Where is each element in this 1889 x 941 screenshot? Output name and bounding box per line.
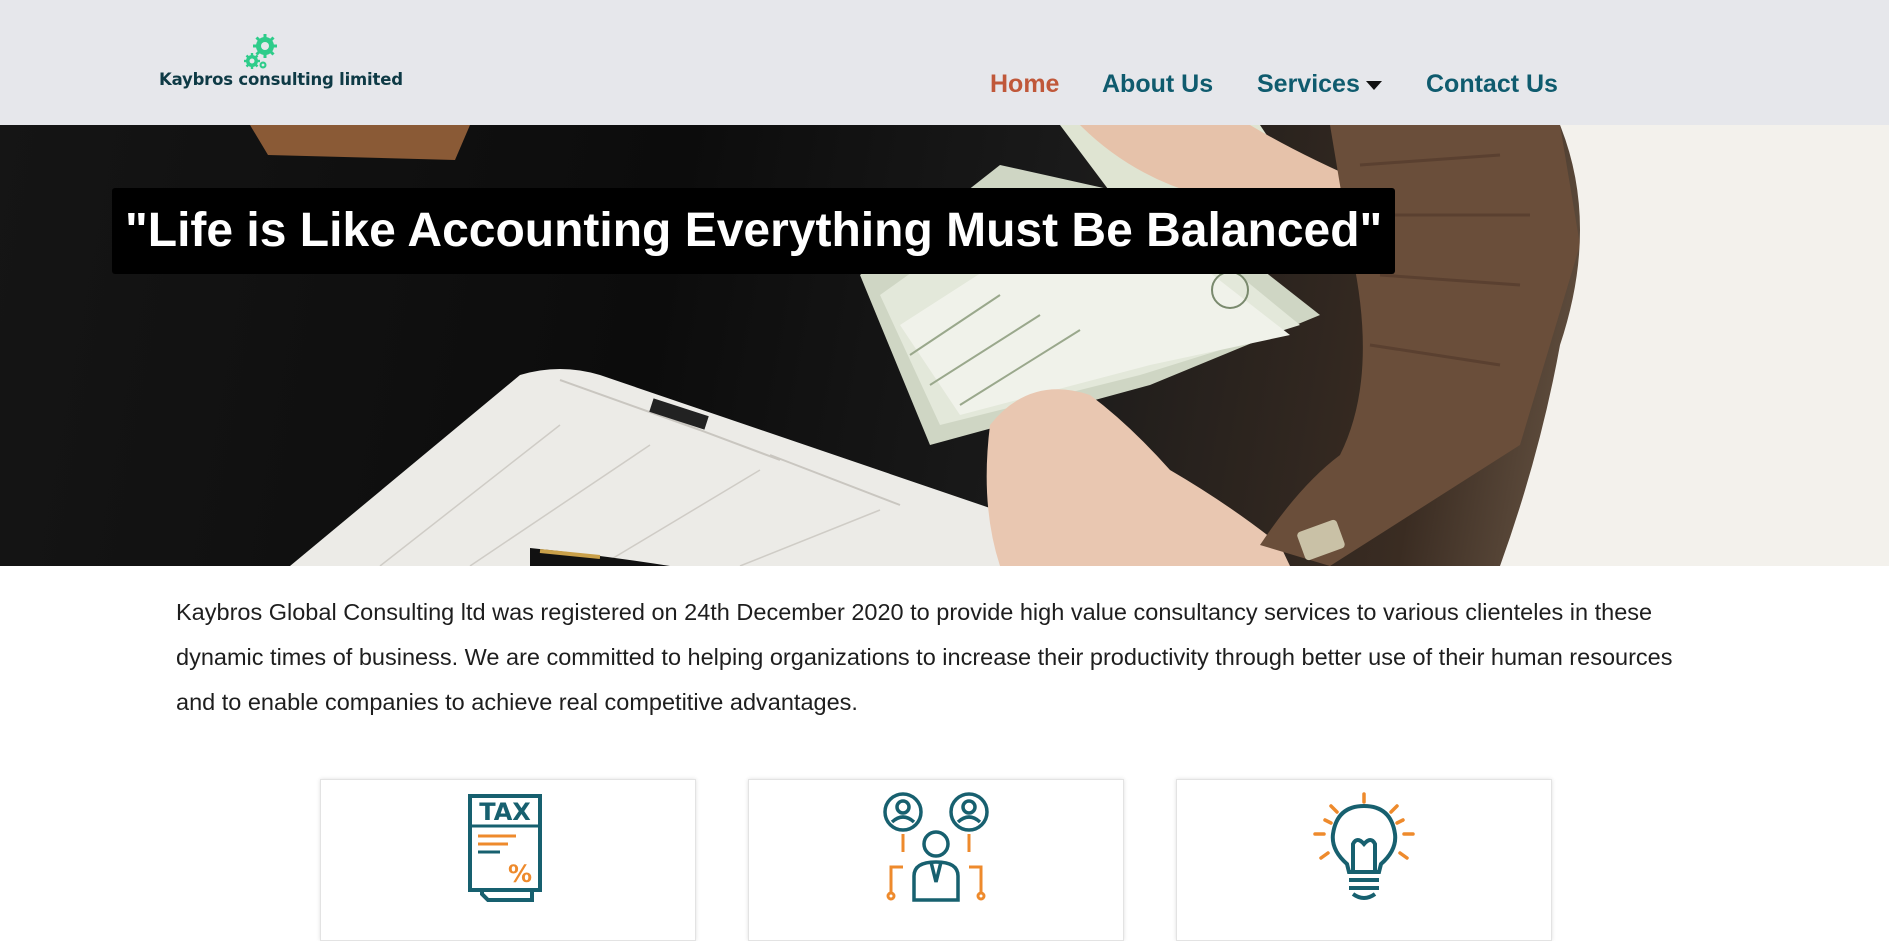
hero-banner: "Life is Like Accounting Everything Must… [0,125,1889,566]
consultant-people-icon [883,792,989,902]
brand-logo[interactable]: Kaybros consulting limited [159,34,403,94]
nav-services-label: Services [1257,70,1360,98]
lightbulb-idea-icon [1313,792,1415,900]
site-header: Kaybros consulting limited Home About Us… [0,0,1889,125]
nav-home[interactable]: Home [990,70,1059,99]
brand-name: Kaybros consulting limited [159,70,403,89]
nav-about-us[interactable]: About Us [1102,70,1213,99]
service-card-consulting[interactable] [748,779,1124,941]
nav-services[interactable]: Services [1257,70,1382,99]
nav-contact-us[interactable]: Contact Us [1426,70,1558,99]
gears-icon [244,34,277,69]
tax-document-icon: TAX % [468,794,542,902]
hero-quote: "Life is Like Accounting Everything Must… [112,188,1396,274]
svg-text:%: % [508,860,532,888]
chevron-down-icon [1365,80,1382,90]
tax-icon-label: TAX [479,798,531,826]
service-card-tax[interactable]: TAX % [320,779,696,941]
service-card-ideas[interactable] [1176,779,1552,941]
intro-paragraph: Kaybros Global Consulting ltd was regist… [176,599,1673,715]
